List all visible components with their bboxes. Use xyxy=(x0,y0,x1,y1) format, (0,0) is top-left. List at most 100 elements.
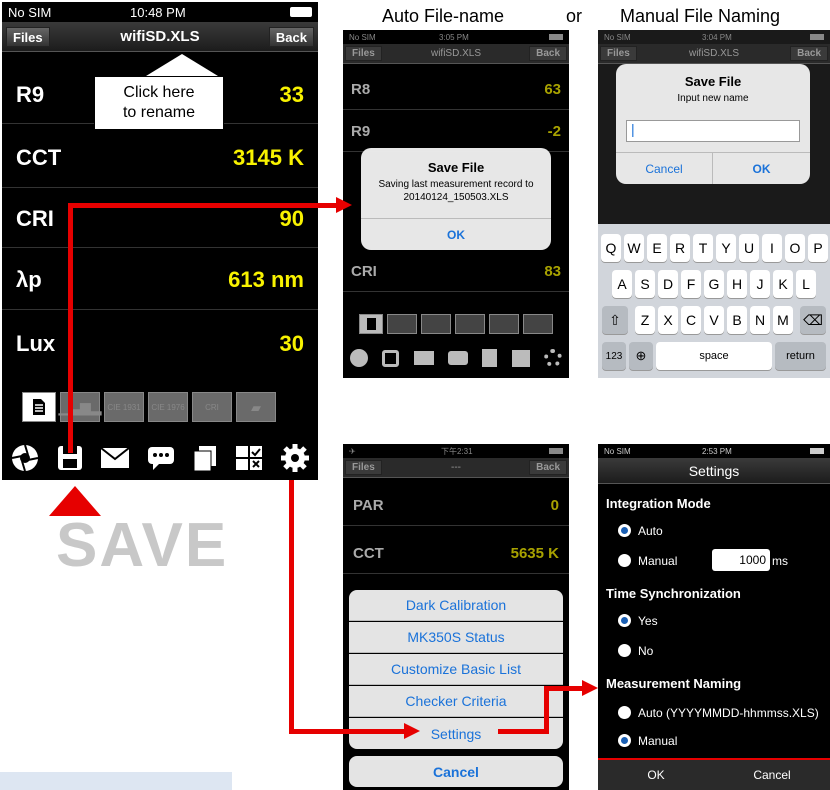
key-e[interactable]: E xyxy=(647,234,667,262)
key-h[interactable]: H xyxy=(727,270,747,298)
customize-basic-list-item[interactable]: Customize Basic List xyxy=(349,654,563,685)
key-x[interactable]: X xyxy=(658,306,678,334)
integration-auto-radio[interactable] xyxy=(618,524,631,537)
status-bar: No SIM 3:04 PM xyxy=(598,30,830,44)
checker-criteria-item[interactable]: Checker Criteria xyxy=(349,686,563,717)
message-icon[interactable] xyxy=(146,445,176,471)
files-button[interactable]: Files xyxy=(600,46,637,61)
back-button[interactable]: Back xyxy=(790,46,828,61)
cancel-button[interactable]: Cancel xyxy=(349,756,563,787)
key-q[interactable]: Q xyxy=(601,234,621,262)
key-f[interactable]: F xyxy=(681,270,701,298)
key-d[interactable]: D xyxy=(658,270,678,298)
manual-phone-screen: No SIM 3:04 PM Files wifiSD.XLS Back Sav… xyxy=(598,30,830,378)
key-w[interactable]: W xyxy=(624,234,644,262)
key-y[interactable]: Y xyxy=(716,234,736,262)
cancel-button[interactable]: Cancel xyxy=(616,152,713,184)
row-r8: R8 63 xyxy=(343,70,569,110)
key-s[interactable]: S xyxy=(635,270,655,298)
copy-icon[interactable] xyxy=(482,349,498,367)
sync-no-radio[interactable] xyxy=(618,644,631,657)
space-key[interactable]: space xyxy=(656,342,772,370)
message-icon[interactable] xyxy=(447,351,468,365)
key-p[interactable]: P xyxy=(808,234,828,262)
flow-line xyxy=(68,203,73,453)
globe-icon[interactable]: ⊕ xyxy=(629,342,653,370)
tab-cri[interactable]: CRI xyxy=(192,392,232,422)
row-label: Lux xyxy=(16,331,56,356)
back-button[interactable]: Back xyxy=(268,27,314,47)
naming-auto-radio[interactable] xyxy=(618,706,631,719)
key-u[interactable]: U xyxy=(739,234,759,262)
tab-spectrum[interactable] xyxy=(387,314,417,334)
back-button[interactable]: Back xyxy=(529,460,567,475)
naming-manual-radio[interactable] xyxy=(618,734,631,747)
integration-manual-radio[interactable] xyxy=(618,554,631,567)
nav-bar: Settings xyxy=(598,458,830,484)
key-t[interactable]: T xyxy=(693,234,713,262)
key-j[interactable]: J xyxy=(750,270,770,298)
cancel-button[interactable]: Cancel xyxy=(714,760,830,790)
key-z[interactable]: Z xyxy=(635,306,655,334)
tab-leaf[interactable] xyxy=(523,314,553,334)
gear-icon[interactable] xyxy=(280,443,310,473)
tab-list[interactable] xyxy=(359,314,383,334)
ok-button[interactable]: OK xyxy=(361,218,551,250)
battery-icon xyxy=(810,448,824,454)
tab-cie1931[interactable]: CIE 1931 xyxy=(104,392,144,422)
copy-icon[interactable] xyxy=(192,444,218,472)
row-label: R9 xyxy=(351,123,371,140)
files-button[interactable]: Files xyxy=(6,27,50,47)
dark-calibration-item[interactable]: Dark Calibration xyxy=(349,590,563,621)
numbers-key[interactable]: 123 xyxy=(602,342,626,370)
mail-icon[interactable] xyxy=(413,351,434,365)
flow-line xyxy=(289,729,404,734)
aperture-icon[interactable] xyxy=(10,443,40,473)
tab-cie1976[interactable]: CIE 1976 xyxy=(148,392,188,422)
checker-icon[interactable] xyxy=(234,444,264,472)
aperture-icon[interactable] xyxy=(350,349,369,367)
checker-icon[interactable] xyxy=(511,349,530,367)
integration-time-input[interactable]: 1000 xyxy=(712,549,770,571)
delete-key[interactable]: ⌫ xyxy=(800,306,826,334)
mk350s-status-item[interactable]: MK350S Status xyxy=(349,622,563,653)
key-l[interactable]: L xyxy=(796,270,816,298)
save-icon[interactable] xyxy=(382,349,400,367)
tab-cie1976[interactable] xyxy=(455,314,485,334)
key-g[interactable]: G xyxy=(704,270,724,298)
key-c[interactable]: C xyxy=(681,306,701,334)
key-i[interactable]: I xyxy=(762,234,782,262)
ok-button[interactable]: OK xyxy=(598,760,714,790)
files-button[interactable]: Files xyxy=(345,46,382,61)
nav-bar: Files wifiSD.XLS Back xyxy=(598,44,830,64)
tab-spectrum[interactable]: ▁▃▆▂ xyxy=(58,392,102,422)
file-name-title: --- xyxy=(451,462,461,473)
row-label: PAR xyxy=(353,497,384,514)
key-r[interactable]: R xyxy=(670,234,690,262)
rename-callout: Click here to rename xyxy=(94,76,224,130)
gear-icon[interactable] xyxy=(543,349,562,367)
key-k[interactable]: K xyxy=(773,270,793,298)
key-m[interactable]: M xyxy=(773,306,793,334)
file-name-title: wifiSD.XLS xyxy=(688,48,739,59)
status-bar: No SIM 2:53 PM xyxy=(598,444,830,458)
tab-cie1931[interactable] xyxy=(421,314,451,334)
key-n[interactable]: N xyxy=(750,306,770,334)
return-key[interactable]: return xyxy=(775,342,826,370)
row-cri: CRI 90 xyxy=(2,190,318,248)
tab-leaf[interactable]: ▰ xyxy=(236,392,276,422)
tab-list[interactable] xyxy=(22,392,56,422)
ok-button[interactable]: OK xyxy=(713,152,810,184)
files-button[interactable]: Files xyxy=(345,460,382,475)
back-button[interactable]: Back xyxy=(529,46,567,61)
key-a[interactable]: A xyxy=(612,270,632,298)
file-name-title[interactable]: wifiSD.XLS xyxy=(120,28,199,45)
key-o[interactable]: O xyxy=(785,234,805,262)
key-b[interactable]: B xyxy=(727,306,747,334)
key-v[interactable]: V xyxy=(704,306,724,334)
mail-icon[interactable] xyxy=(100,447,130,469)
tab-cri[interactable] xyxy=(489,314,519,334)
sync-yes-radio[interactable] xyxy=(618,614,631,627)
shift-key[interactable]: ⇧ xyxy=(602,306,628,334)
file-name-input[interactable]: | xyxy=(626,120,800,142)
